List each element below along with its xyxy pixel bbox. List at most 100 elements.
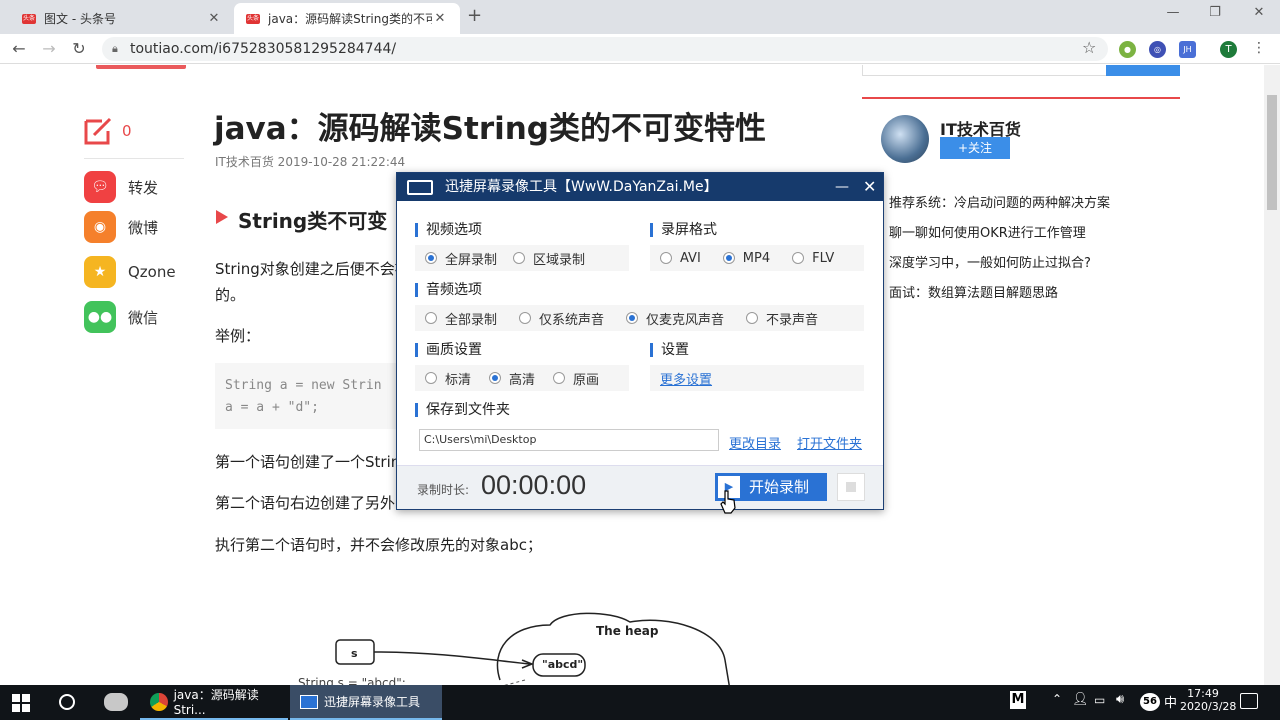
minimize-icon[interactable]: — xyxy=(1158,5,1188,20)
radio-icon xyxy=(660,252,672,264)
scrollbar-thumb[interactable] xyxy=(1267,95,1277,210)
radio-audio-system[interactable]: 仅系统声音 xyxy=(519,309,604,328)
radio-icon xyxy=(513,252,526,264)
chrome-icon xyxy=(150,692,168,711)
share-qzone[interactable]: ★ Qzone xyxy=(84,256,176,288)
radio-region[interactable]: 区域录制 xyxy=(513,249,585,268)
radio-hd[interactable]: 高清 xyxy=(489,369,535,388)
paragraph: 的。 xyxy=(215,286,246,304)
duration-value: 00:00:00 xyxy=(481,470,587,500)
code-block: String a = new Strin a = a + "d"; xyxy=(215,363,405,429)
windows-start-icon[interactable] xyxy=(12,694,30,712)
url-text: toutiao.com/i6752830581295284744/ xyxy=(130,41,397,57)
tab-title: java：源码解读String类的不可变 xyxy=(268,12,432,26)
comment-counter[interactable]: 0 xyxy=(84,117,132,145)
change-dir-link[interactable]: 更改目录 xyxy=(729,433,781,452)
extension-globe-icon[interactable]: ◎ xyxy=(1149,41,1166,58)
profile-avatar[interactable]: T xyxy=(1220,41,1237,58)
code-line: String a = new Strin xyxy=(225,378,382,393)
start-record-label: 开始录制 xyxy=(749,478,810,496)
site-logo[interactable] xyxy=(96,65,186,69)
new-tab-icon[interactable]: + xyxy=(467,5,482,26)
paragraph: 第一个语句创建了一个Strin xyxy=(215,453,401,471)
radio-icon xyxy=(425,372,437,384)
minimize-icon[interactable]: — xyxy=(835,173,849,201)
close-icon[interactable]: ✕ xyxy=(432,11,448,26)
recommend-link[interactable]: 面试：数组算法题目解题思路 xyxy=(889,282,1058,301)
share-weibo[interactable]: ◉ 微博 xyxy=(84,211,158,243)
article-title: java：源码解读String类的不可变特性 xyxy=(214,111,766,147)
radio-selected-icon xyxy=(626,312,639,324)
stop-button[interactable] xyxy=(837,473,865,501)
qzone-star-icon: ★ xyxy=(84,256,116,288)
dialog-titlebar[interactable]: 迅捷屏幕录像工具【WwW.DaYanZai.Me】 — ✕ xyxy=(397,173,883,201)
clock[interactable]: 17:49 2020/3/28 xyxy=(1180,687,1236,713)
app-pinned-icon[interactable] xyxy=(104,693,128,711)
menu-icon[interactable]: ⋮ xyxy=(1252,40,1266,56)
radio-original[interactable]: 原画 xyxy=(553,369,599,388)
paragraph: 举例： xyxy=(215,327,261,345)
radio-sd[interactable]: 标清 xyxy=(425,369,471,388)
tray-badge[interactable]: 56 xyxy=(1140,693,1160,711)
close-icon[interactable]: ✕ xyxy=(863,173,876,201)
taskbar-app-chrome[interactable]: java：源码解读Stri... xyxy=(140,685,288,720)
ime-lang-indicator[interactable]: 中 xyxy=(1164,692,1177,711)
taskbar: java：源码解读Stri... 迅捷屏幕录像工具 M ⌃ 👤︎ ▭ 🔊︎ 56… xyxy=(0,685,1280,720)
share-wechat[interactable]: ●● 微信 xyxy=(84,301,158,333)
bookmark-star-icon[interactable]: ☆ xyxy=(1082,38,1096,57)
duration-label: 录制时长: xyxy=(417,483,470,497)
taskbar-app-recorder[interactable]: 迅捷屏幕录像工具 xyxy=(290,685,442,720)
extension-jh-icon[interactable]: JH xyxy=(1179,41,1196,58)
radio-flv[interactable]: FLV xyxy=(792,251,834,266)
address-bar[interactable]: 🔒︎ toutiao.com/i6752830581295284744/ xyxy=(102,37,1108,61)
people-icon[interactable]: 👤︎ xyxy=(1072,692,1089,707)
paragraph: String对象创建之后便不会被 xyxy=(215,260,410,278)
author-avatar[interactable] xyxy=(881,115,929,163)
tab-inactive[interactable]: 头条 图文 - 头条号 ✕ xyxy=(10,3,234,34)
wechat-icon: ●● xyxy=(84,301,116,333)
battery-icon[interactable]: ▭ xyxy=(1094,693,1105,707)
radio-icon xyxy=(425,312,437,324)
volume-icon[interactable]: 🔊︎ xyxy=(1116,692,1124,707)
more-settings-link[interactable]: 更多设置 xyxy=(660,369,712,388)
notification-icon[interactable] xyxy=(1240,693,1258,709)
close-icon[interactable]: ✕ xyxy=(206,11,222,26)
radio-audio-mic[interactable]: 仅麦克风声音 xyxy=(626,309,724,328)
restore-icon[interactable]: ❐ xyxy=(1200,5,1230,20)
dialog-body: 视频选项 全屏录制 区域录制 录屏格式 AVI MP4 FLV 音频选项 全部录… xyxy=(397,201,883,465)
save-path-field[interactable]: C:\Users\mi\Desktop xyxy=(419,429,719,451)
close-window-icon[interactable]: ✕ xyxy=(1244,5,1274,20)
search-button[interactable] xyxy=(1106,65,1180,76)
radio-icon xyxy=(553,372,566,384)
clock-time: 17:49 xyxy=(1187,687,1219,700)
code-line: a = a + "d"; xyxy=(225,400,319,415)
tab-active[interactable]: 头条 java：源码解读String类的不可变 ✕ xyxy=(234,3,460,34)
radio-audio-none[interactable]: 不录声音 xyxy=(746,309,818,328)
open-folder-link[interactable]: 打开文件夹 xyxy=(797,433,862,452)
format-options: AVI MP4 FLV xyxy=(650,245,864,271)
extension-icon[interactable]: ● xyxy=(1119,41,1136,58)
back-icon[interactable]: ← xyxy=(8,38,30,60)
radio-audio-all[interactable]: 全部录制 xyxy=(425,309,497,328)
radio-avi[interactable]: AVI xyxy=(660,251,701,266)
share-repost[interactable]: 💬︎ 转发 xyxy=(84,171,158,203)
cortana-search-icon[interactable] xyxy=(59,694,75,710)
section-marker-icon xyxy=(216,210,228,224)
forward-icon[interactable]: → xyxy=(38,38,60,60)
dialog-title: 迅捷屏幕录像工具【WwW.DaYanZai.Me】 xyxy=(445,179,718,195)
radio-selected-icon xyxy=(722,252,735,264)
video-options: 全屏录制 区域录制 xyxy=(415,245,629,271)
ime-icon[interactable]: M xyxy=(1010,691,1026,709)
format-label: 录屏格式 xyxy=(650,223,717,237)
recommend-link[interactable]: 深度学习中，一般如何防止过拟合? xyxy=(889,252,1091,271)
radio-fullscreen[interactable]: 全屏录制 xyxy=(425,249,497,268)
audio-options-label: 音频选项 xyxy=(415,283,482,297)
recommend-link[interactable]: 聊一聊如何使用OKR进行工作管理 xyxy=(889,222,1086,241)
reload-icon[interactable]: ↻ xyxy=(68,38,90,60)
recommend-link[interactable]: 推荐系统：冷启动问题的两种解决方案 xyxy=(889,192,1110,211)
comment-count: 0 xyxy=(122,122,132,140)
radio-mp4[interactable]: MP4 xyxy=(722,251,770,266)
tray-expand-icon[interactable]: ⌃ xyxy=(1052,692,1062,706)
follow-button[interactable]: +关注 xyxy=(940,137,1010,159)
radio-selected-icon xyxy=(489,372,502,384)
